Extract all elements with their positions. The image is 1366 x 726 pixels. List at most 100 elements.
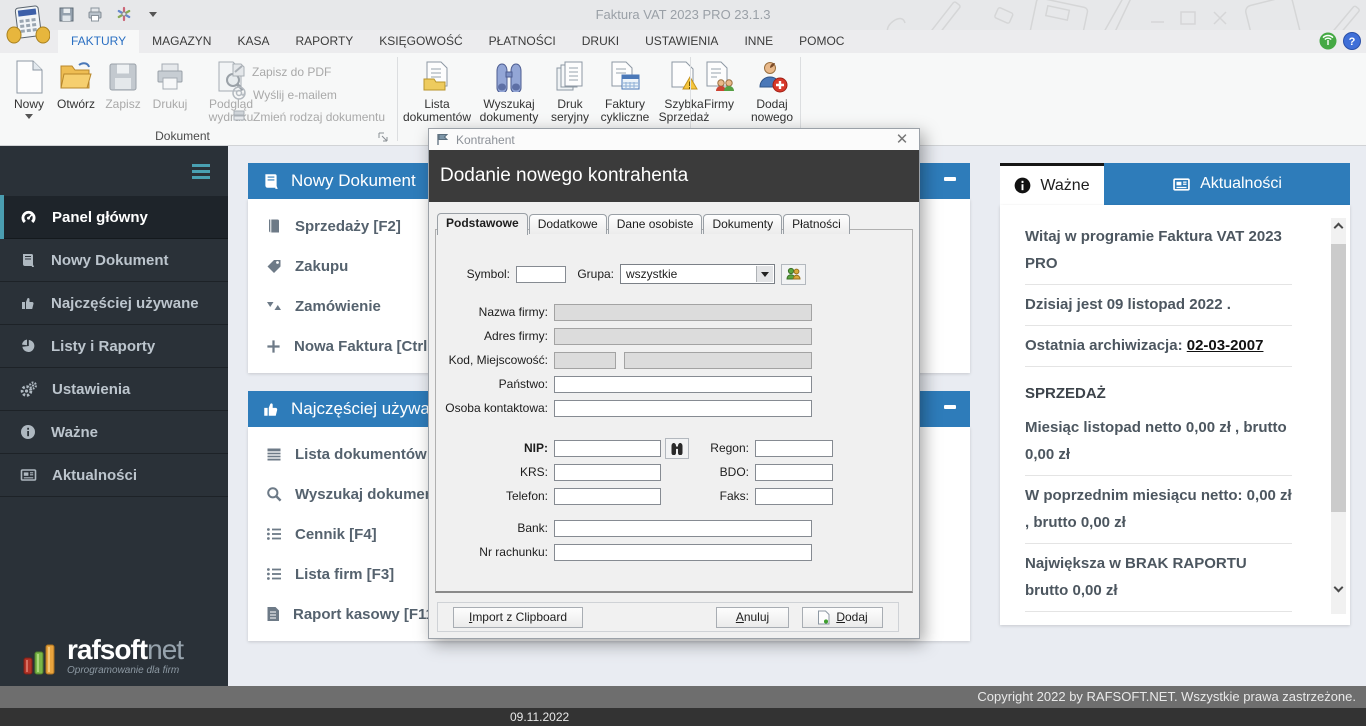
save-icon[interactable]	[58, 6, 74, 22]
tab-raporty[interactable]: RAPORTY	[282, 30, 366, 53]
tab-wazne[interactable]: Ważne	[1000, 163, 1104, 205]
tab-ksiegowosc[interactable]: KSIĘGOWOŚĆ	[366, 30, 475, 53]
menu-item-label: Cennik [F4]	[295, 526, 377, 543]
dialog-tab-dane-osobiste[interactable]: Dane osobiste	[608, 214, 703, 234]
tab-inne[interactable]: INNE	[731, 30, 786, 53]
tab-ustawienia[interactable]: USTAWIENIA	[632, 30, 731, 53]
nr-rachunku-field[interactable]	[554, 544, 812, 561]
regon-field[interactable]	[755, 440, 833, 457]
flag-icon	[436, 133, 449, 146]
tab-druki[interactable]: DRUKI	[569, 30, 632, 53]
dialog-tab-podstawowe[interactable]: Podstawowe	[437, 213, 528, 235]
send-email-button[interactable]: Wyślij e-mailem	[232, 86, 385, 103]
scroll-down-icon[interactable]	[1334, 583, 1344, 593]
tab-magazyn[interactable]: MAGAZYN	[139, 30, 224, 53]
serial-print-button[interactable]: Druk seryjny	[548, 56, 592, 128]
cancel-button[interactable]: Anuluj	[716, 607, 789, 628]
hamburger-icon[interactable]	[192, 164, 210, 182]
dialog-footer: Import z Clipboard Anuluj Dodaj	[437, 602, 899, 632]
change-document-type-button[interactable]: Zmień rodzaj dokumentu	[232, 109, 385, 125]
panel-collapse-button[interactable]	[944, 405, 956, 409]
sidebar-item-wazne[interactable]: Ważne	[0, 411, 228, 454]
panel-title: Nowy Dokument	[291, 171, 416, 191]
symbol-label: Symbol:	[436, 267, 516, 281]
telefon-field[interactable]	[554, 488, 661, 505]
scroll-up-icon[interactable]	[1334, 223, 1344, 233]
osoba-kontaktowa-field[interactable]	[554, 400, 812, 417]
open-folder-icon	[59, 56, 93, 98]
print-icon[interactable]	[87, 6, 103, 22]
dialog-launcher-icon[interactable]	[378, 129, 388, 147]
companies-button[interactable]: Firmy	[698, 56, 740, 128]
connection-signal-icon[interactable]	[1319, 32, 1337, 55]
sidebar-item-najczesciej-uzywane[interactable]: Najczęściej używane	[0, 282, 228, 325]
tab-wazne-label: Ważne	[1040, 177, 1089, 195]
sidebar-item-listy-i-raporty[interactable]: Listy i Raporty	[0, 325, 228, 368]
info-panel-scrollbar[interactable]	[1331, 218, 1346, 614]
grupa-select[interactable]: wszystkie	[620, 264, 775, 284]
archive-date-link[interactable]: 02-03-2007	[1187, 337, 1264, 354]
save-button[interactable]: Zapisz	[102, 56, 144, 128]
info-icon	[20, 424, 36, 440]
new-document-button[interactable]: Nowy	[8, 56, 50, 128]
open-button[interactable]: Otwórz	[55, 56, 97, 128]
dialog-title-bar: Kontrahent ✕	[429, 129, 919, 150]
kod-field[interactable]	[554, 352, 616, 369]
help-icon[interactable]: ?	[1343, 32, 1361, 55]
import-clipboard-button[interactable]: Import z Clipboard	[453, 607, 583, 628]
status-date: 09.11.2022	[510, 710, 569, 724]
close-icon[interactable]: ✕	[892, 131, 912, 149]
open-label: Otwórz	[57, 98, 95, 111]
pie-chart-icon	[20, 338, 36, 354]
bdo-field[interactable]	[755, 464, 833, 481]
tab-platnosci[interactable]: PŁATNOŚCI	[476, 30, 569, 53]
tab-aktualnosci[interactable]: Aktualności	[1104, 163, 1350, 205]
quick-sale-icon	[668, 56, 700, 98]
krs-field[interactable]	[554, 464, 661, 481]
faks-field[interactable]	[755, 488, 833, 505]
sidebar-item-nowy-dokument[interactable]: Nowy Dokument	[0, 239, 228, 282]
sidebar-item-label: Ważne	[51, 424, 98, 441]
manage-groups-button[interactable]	[781, 264, 806, 285]
new-document-icon	[15, 56, 43, 98]
nip-field[interactable]	[554, 440, 661, 457]
tab-kasa[interactable]: KASA	[224, 30, 282, 53]
print-disabled-icon	[154, 56, 186, 98]
kontrahent-dialog: Kontrahent ✕ Dodanie nowego kontrahenta …	[428, 128, 920, 639]
combo-arrow-icon[interactable]	[756, 266, 773, 282]
search-documents-button[interactable]: Wyszukaj dokumenty	[474, 56, 544, 128]
add-new-contractor-button[interactable]: Dodaj nowego	[746, 56, 798, 128]
scrollbar-thumb[interactable]	[1331, 244, 1346, 512]
new-document-label: Nowy	[14, 98, 44, 111]
qat-dropdown-caret-icon[interactable]	[145, 6, 161, 22]
dialog-tab-dokumenty[interactable]: Dokumenty	[703, 214, 782, 234]
panstwo-field[interactable]	[554, 376, 812, 393]
tab-pomoc[interactable]: POMOC	[786, 30, 857, 53]
document-list-button[interactable]: Lista dokumentów	[404, 56, 470, 128]
dialog-tab-platnosci[interactable]: Płatności	[783, 214, 850, 234]
add-button[interactable]: Dodaj	[802, 607, 883, 628]
bank-field[interactable]	[554, 520, 812, 537]
nip-search-button[interactable]	[665, 438, 689, 459]
save-to-pdf-button[interactable]: Zapisz do PDF	[232, 63, 385, 80]
sidebar-item-label: Nowy Dokument	[51, 252, 169, 269]
rafsoft-logo: rafsoftnet Oprogramowanie dla firm	[22, 637, 183, 676]
recurring-invoices-button[interactable]: Faktury cykliczne	[596, 56, 654, 128]
adres-firmy-field[interactable]	[554, 328, 812, 345]
sidebar-item-ustawienia[interactable]: Ustawienia	[0, 368, 228, 411]
symbol-field[interactable]	[516, 266, 566, 283]
sidebar-item-aktualnosci[interactable]: Aktualności	[0, 454, 228, 497]
settings-icon[interactable]	[116, 6, 132, 22]
dialog-tab-dodatkowe[interactable]: Dodatkowe	[529, 214, 607, 234]
save-disabled-icon	[108, 56, 138, 98]
search-documents-label: Wyszukaj dokumenty	[476, 98, 542, 124]
tab-faktury[interactable]: FAKTURY	[58, 30, 139, 53]
miejscowosc-field[interactable]	[624, 352, 812, 369]
print-button[interactable]: Drukuj	[149, 56, 191, 128]
new-dropdown-caret-icon[interactable]	[25, 114, 33, 122]
nazwa-firmy-field[interactable]	[554, 304, 812, 321]
save-to-pdf-label: Zapisz do PDF	[252, 65, 331, 79]
panel-collapse-button[interactable]	[944, 177, 956, 181]
sidebar-item-panel-glowny[interactable]: Panel główny	[0, 196, 228, 239]
send-email-label: Wyślij e-mailem	[253, 88, 337, 102]
